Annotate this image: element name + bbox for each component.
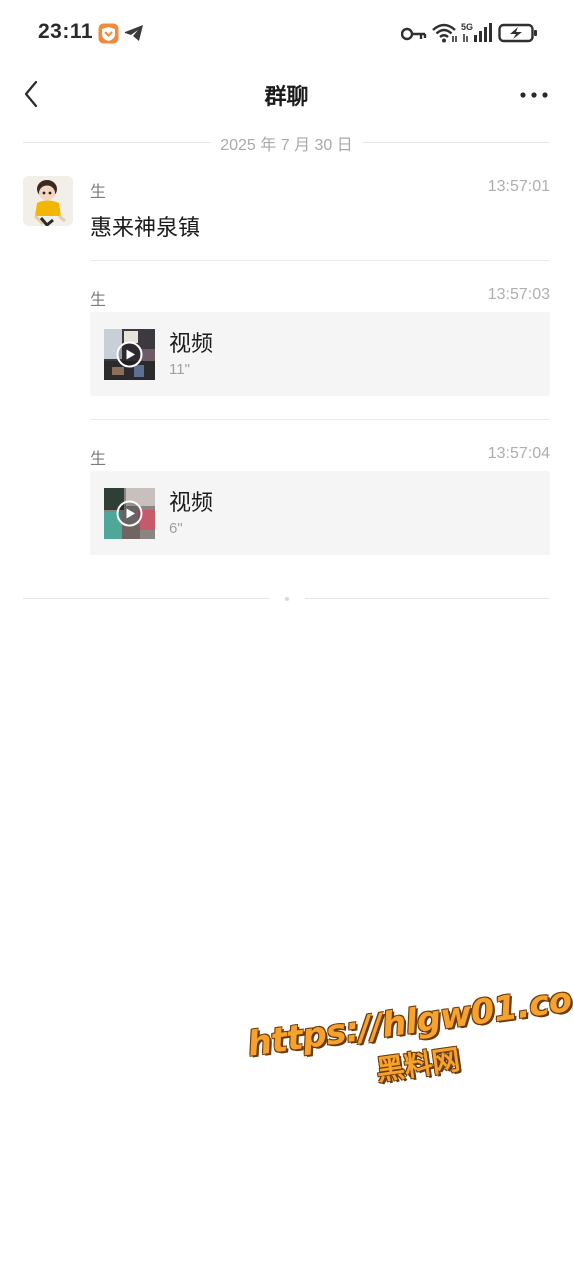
battery-charging-icon [498, 23, 537, 43]
divider-line [305, 598, 550, 599]
more-options-button[interactable] [514, 80, 554, 110]
video-card[interactable]: 视频 6" [90, 471, 550, 555]
message-time: 13:57:04 [487, 445, 550, 462]
sender-name: 生 [90, 182, 107, 201]
video-title: 视频 [169, 491, 214, 516]
message-item: 生 13:57:04 视频 6" [90, 445, 550, 557]
date-divider: 2025 年 7 月 30 日 [23, 131, 550, 155]
video-duration: 6" [169, 520, 183, 537]
sender-name: 生 [90, 290, 107, 309]
divider-dot [285, 597, 289, 601]
video-thumbnail [104, 488, 155, 539]
chat-title: 群聊 [264, 85, 309, 110]
video-card[interactable]: 视频 11" [90, 312, 550, 396]
avatar[interactable] [23, 176, 73, 226]
message-separator [90, 419, 550, 420]
cellular-signal-icon [463, 23, 492, 42]
play-icon [116, 500, 143, 527]
divider-line [23, 598, 269, 599]
vpn-key-icon [401, 27, 427, 41]
date-label: 2025 年 7 月 30 日 [220, 137, 353, 154]
message-time: 13:57:03 [487, 286, 550, 303]
video-duration: 11" [169, 361, 190, 378]
avatar-image [23, 176, 73, 226]
message-text: 惠来神泉镇 [90, 216, 201, 241]
message-separator [90, 260, 550, 261]
telegram-icon [125, 25, 143, 41]
sender-name: 生 [90, 449, 107, 468]
status-bar: 23:11 5G [0, 0, 573, 66]
message-item[interactable]: 生 13:57:01 惠来神泉镇 [90, 178, 550, 242]
divider-line [362, 142, 550, 143]
divider-line [23, 142, 211, 143]
wifi-icon [432, 23, 457, 43]
chat-header: 群聊 [0, 66, 573, 124]
app-badge-icon [98, 23, 119, 44]
message-item: 生 13:57:03 视频 11" [90, 286, 550, 398]
message-time: 13:57:01 [487, 178, 550, 195]
watermark: https://hlgw01.com 黑料网 [238, 958, 573, 1113]
more-horizontal-icon [520, 92, 548, 98]
video-title: 视频 [169, 332, 214, 357]
end-of-records-divider [23, 597, 550, 601]
play-icon [116, 341, 143, 368]
status-time: 23:11 [38, 20, 94, 43]
video-thumbnail [104, 329, 155, 380]
